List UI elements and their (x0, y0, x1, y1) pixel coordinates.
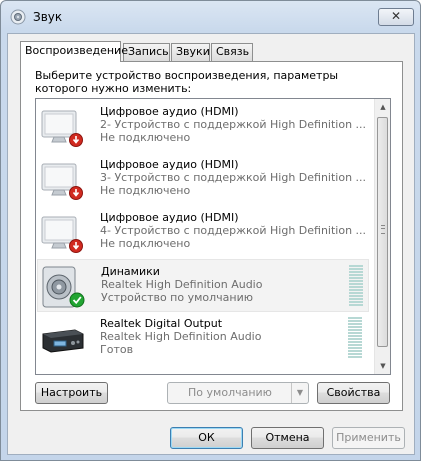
device-status: Готов (100, 343, 134, 356)
speaker-icon (10, 9, 26, 25)
monitor-icon (41, 110, 83, 147)
dialog-client-area: Воспроизведение Запись Звуки Связь Выбер… (7, 33, 415, 455)
scrollbar-thumb[interactable] (377, 117, 388, 347)
apply-button[interactable]: Применить (332, 427, 405, 449)
monitor-icon (41, 163, 83, 200)
digital-output-icon (42, 329, 84, 353)
list-item[interactable]: Realtek Digital Output Realtek High Defi… (37, 312, 369, 365)
scroll-down-arrow-icon[interactable]: ▼ (375, 358, 390, 374)
title-bar[interactable]: Звук ✕ (1, 1, 420, 33)
properties-button[interactable]: Свойства (317, 382, 390, 404)
device-status: Устройство по умолчанию (101, 291, 254, 304)
device-description: 3- Устройство с поддержкой High Definiti… (100, 171, 367, 184)
list-item[interactable]: Цифровое аудио (HDMI) 2- Устройство с по… (37, 100, 369, 153)
device-description: 4- Устройство с поддержкой High Definiti… (100, 224, 367, 237)
device-status: Не подключено (100, 237, 191, 250)
set-default-label: По умолчанию (188, 386, 272, 399)
window-title: Звук (33, 10, 63, 24)
list-item[interactable]: Динамики Realtek High Definition Audio У… (37, 259, 369, 312)
device-name: Цифровое аудио (HDMI) (100, 211, 239, 224)
tab-recording[interactable]: Запись (123, 43, 170, 61)
device-name: Цифровое аудио (HDMI) (100, 158, 239, 171)
device-name: Цифровое аудио (HDMI) (100, 105, 239, 118)
sound-dialog: Звук ✕ Воспроизведение Запись Звуки Связ… (0, 0, 421, 461)
close-icon: ✕ (390, 9, 402, 23)
close-button[interactable]: ✕ (378, 8, 414, 26)
list-item[interactable]: Цифровое аудио (HDMI) 3- Устройство с по… (37, 153, 369, 206)
playback-panel: Выберите устройство воспроизведения, пар… (20, 61, 403, 411)
monitor-icon (41, 216, 83, 253)
device-name: Динамики (101, 265, 160, 278)
list-item[interactable]: Цифровое аудио (HDMI) 4- Устройство с по… (37, 206, 369, 259)
tab-communications[interactable]: Связь (211, 43, 253, 61)
scroll-up-arrow-icon[interactable]: ▲ (375, 99, 390, 115)
set-default-button[interactable]: По умолчанию ▼ (167, 382, 309, 404)
vertical-scrollbar[interactable]: ▲ ▼ (374, 99, 390, 374)
device-description: Realtek High Definition Audio (100, 330, 262, 343)
device-status: Не подключено (100, 184, 191, 197)
level-meter (349, 265, 363, 307)
device-description: 2- Устройство с поддержкой High Definiti… (100, 118, 367, 131)
ok-button[interactable]: ОК (170, 427, 243, 449)
configure-button[interactable]: Настроить (35, 382, 108, 404)
dropdown-arrow-icon[interactable]: ▼ (291, 383, 308, 403)
grip-icon (381, 225, 385, 234)
device-description: Realtek High Definition Audio (101, 278, 263, 291)
cancel-button[interactable]: Отмена (251, 427, 324, 449)
tab-playback[interactable]: Воспроизведение (20, 41, 128, 62)
device-name: Realtek Digital Output (100, 317, 223, 330)
device-list[interactable]: Цифровое аудио (HDMI) 2- Устройство с по… (35, 98, 391, 375)
device-status: Не подключено (100, 131, 191, 144)
speaker-icon (42, 266, 85, 308)
instruction-text: Выберите устройство воспроизведения, пар… (35, 69, 339, 95)
level-meter (348, 317, 362, 359)
tab-sounds[interactable]: Звуки (171, 43, 210, 61)
